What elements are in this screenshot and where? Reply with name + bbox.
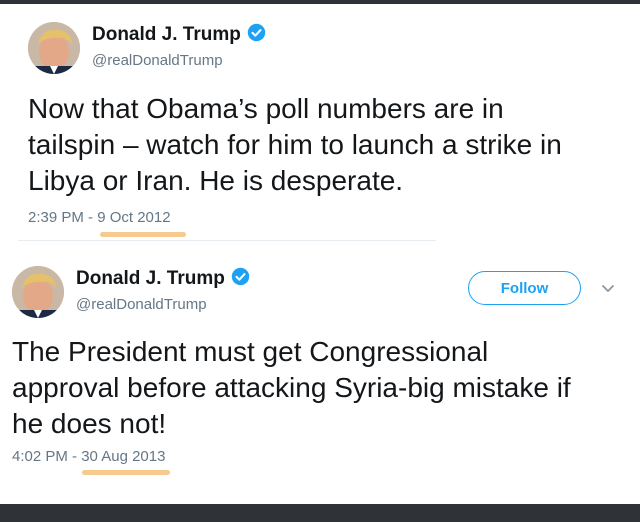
tweet-text-line-3: he does not! bbox=[12, 408, 167, 439]
avatar[interactable] bbox=[12, 266, 64, 318]
author-handle[interactable]: @realDonaldTrump bbox=[92, 52, 223, 69]
author-name-text: Donald J. Trump bbox=[92, 24, 241, 45]
author-name-text: Donald J. Trump bbox=[76, 268, 225, 289]
date-underline-highlight bbox=[100, 232, 186, 237]
author-handle[interactable]: @realDonaldTrump bbox=[76, 296, 207, 313]
avatar[interactable] bbox=[28, 22, 80, 74]
verified-badge-icon bbox=[247, 23, 266, 42]
profile-photo bbox=[12, 266, 64, 318]
screenshot-sheet: Donald J. Trump @realDonaldTrump Now tha… bbox=[0, 4, 640, 504]
author-name[interactable]: Donald J. Trump bbox=[76, 267, 250, 290]
tweet-text-line-1: The President must get Congressional bbox=[12, 336, 489, 367]
tweet-text-line-2: approval before attacking Syria-big mist… bbox=[12, 372, 571, 403]
tweet-divider bbox=[18, 240, 436, 241]
tweet-text-line-3: Libya or Iran. He is desperate. bbox=[28, 165, 404, 196]
bottom-edge bbox=[0, 504, 640, 522]
tweet-text-line-1: Now that Obama’s poll numbers are in bbox=[28, 93, 504, 124]
author-name[interactable]: Donald J. Trump bbox=[92, 23, 266, 46]
tweet-text-line-2: tailspin – watch for him to launch a str… bbox=[28, 129, 562, 160]
tweet-timestamp[interactable]: 2:39 PM - 9 Oct 2012 bbox=[28, 209, 171, 226]
follow-button[interactable]: Follow bbox=[468, 271, 581, 305]
verified-badge-icon bbox=[231, 267, 250, 286]
chevron-down-icon[interactable] bbox=[600, 280, 616, 296]
profile-photo bbox=[28, 22, 80, 74]
tweet-1: Donald J. Trump @realDonaldTrump Now tha… bbox=[0, 4, 640, 244]
tweet-timestamp[interactable]: 4:02 PM - 30 Aug 2013 bbox=[12, 448, 165, 465]
date-underline-highlight bbox=[82, 470, 170, 475]
